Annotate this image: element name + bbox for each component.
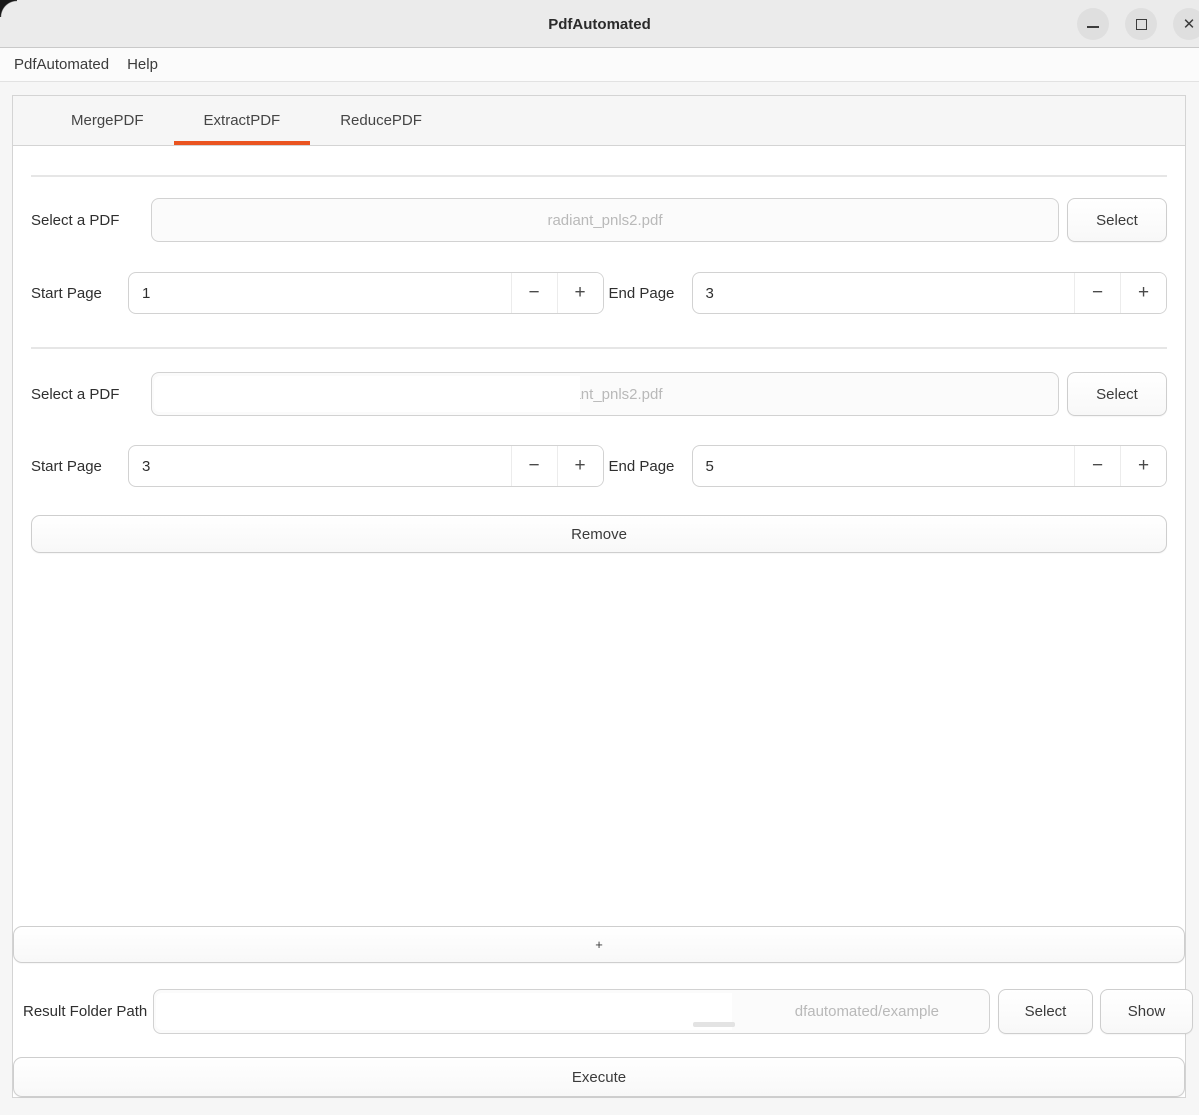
group-separator	[31, 347, 1167, 349]
increment-button[interactable]: +	[1121, 273, 1166, 313]
start-page-input-2[interactable]	[129, 446, 511, 486]
menu-help[interactable]: Help	[118, 48, 167, 82]
empty-scroll-area	[13, 553, 1185, 926]
start-page-label: Start Page	[31, 458, 128, 475]
increment-button[interactable]: +	[558, 446, 603, 486]
end-page-input-1[interactable]	[693, 273, 1075, 313]
decrement-button[interactable]: −	[1075, 446, 1120, 486]
result-folder-input[interactable]	[154, 990, 989, 1033]
maximize-button[interactable]	[1125, 8, 1157, 40]
decrement-button[interactable]: −	[512, 446, 557, 486]
end-page-input-2[interactable]	[693, 446, 1075, 486]
window-controls: ✕	[1077, 8, 1199, 40]
tab-mergepdf[interactable]: MergePDF	[41, 96, 174, 145]
maximize-icon	[1136, 19, 1147, 30]
decrement-button[interactable]: −	[1075, 273, 1120, 313]
select-pdf-button-2[interactable]: Select	[1067, 372, 1167, 416]
window-title: PdfAutomated	[0, 0, 1199, 48]
end-page-label: End Page	[604, 285, 692, 302]
app-window: PdfAutomated ✕ PdfAutomated Help MergePD…	[0, 0, 1199, 1115]
result-folder-entry	[153, 989, 990, 1034]
remove-group-button[interactable]: Remove	[31, 515, 1167, 553]
menu-pdfautomated[interactable]: PdfAutomated	[5, 48, 118, 82]
select-pdf-label: Select a PDF	[31, 386, 151, 403]
execute-button[interactable]: Execute	[13, 1057, 1185, 1097]
start-page-label: Start Page	[31, 285, 128, 302]
pdf-file-input-1[interactable]	[152, 199, 1058, 241]
notebook-frame: MergePDF ExtractPDF ReducePDF Select a P…	[12, 95, 1186, 1098]
start-page-input-1[interactable]	[129, 273, 511, 313]
decrement-button[interactable]: −	[512, 273, 557, 313]
titlebar: PdfAutomated ✕	[0, 0, 1199, 48]
tab-reducepdf[interactable]: ReducePDF	[310, 96, 452, 145]
pdf-group-1-file-row: Select a PDF Select	[31, 198, 1167, 242]
group-separator	[31, 175, 1167, 177]
increment-button[interactable]: +	[558, 273, 603, 313]
pdf-file-entry-2	[151, 372, 1059, 416]
extract-tab-content: Select a PDF Select Start Page − +	[13, 146, 1185, 1097]
window-bottom-strip	[0, 1098, 1199, 1115]
select-pdf-button-1[interactable]: Select	[1067, 198, 1167, 242]
start-page-spinner-2: − +	[128, 445, 604, 487]
minimize-button[interactable]	[1077, 8, 1109, 40]
pdf-group-1-pages-row: Start Page − + End Page − +	[31, 272, 1167, 314]
tab-extractpdf[interactable]: ExtractPDF	[174, 96, 311, 145]
select-pdf-label: Select a PDF	[31, 212, 151, 229]
start-page-spinner-1: − +	[128, 272, 604, 314]
pdf-group-2-pages-row: Start Page − + End Page − +	[31, 445, 1167, 487]
show-folder-button[interactable]: Show	[1100, 989, 1193, 1034]
pdf-file-input-2[interactable]	[152, 373, 1058, 415]
close-icon: ✕	[1183, 17, 1196, 32]
end-page-spinner-1: − +	[692, 272, 1168, 314]
select-folder-button[interactable]: Select	[998, 989, 1093, 1034]
end-page-spinner-2: − +	[692, 445, 1168, 487]
end-page-label: End Page	[604, 458, 692, 475]
menubar: PdfAutomated Help	[0, 48, 1199, 82]
pdf-file-entry-1	[151, 198, 1059, 242]
minimize-icon	[1087, 26, 1099, 28]
pdf-group-2-file-row: Select a PDF Select	[31, 372, 1167, 416]
result-folder-label: Result Folder Path	[23, 1003, 153, 1020]
tab-bar: MergePDF ExtractPDF ReducePDF	[13, 96, 1185, 146]
result-folder-row: Result Folder Path Select Show	[23, 989, 1193, 1034]
close-button[interactable]: ✕	[1173, 8, 1199, 40]
increment-button[interactable]: +	[1121, 446, 1166, 486]
add-group-button[interactable]: +	[13, 926, 1185, 963]
